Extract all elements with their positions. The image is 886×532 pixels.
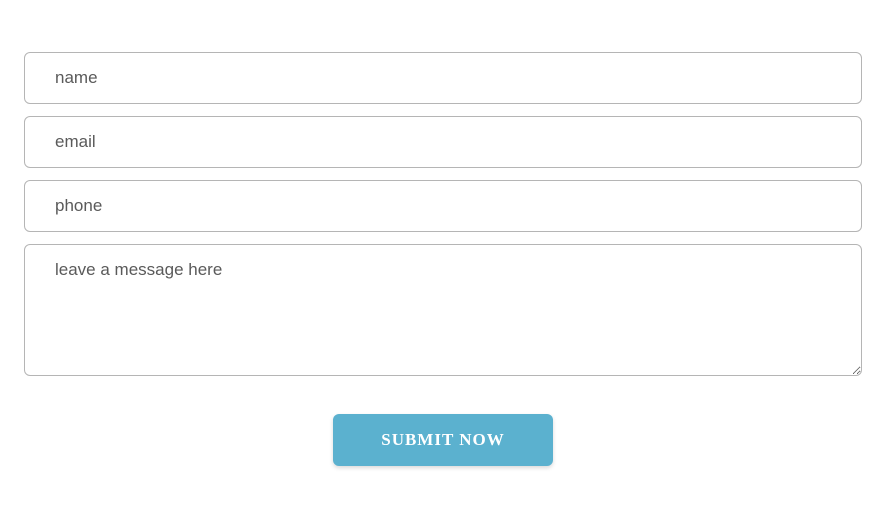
submit-wrapper: SUBMIT NOW bbox=[24, 414, 862, 466]
email-input[interactable] bbox=[24, 116, 862, 168]
name-input[interactable] bbox=[24, 52, 862, 104]
submit-button[interactable]: SUBMIT NOW bbox=[333, 414, 553, 466]
contact-form: SUBMIT NOW bbox=[24, 52, 862, 466]
phone-input[interactable] bbox=[24, 180, 862, 232]
message-textarea[interactable] bbox=[24, 244, 862, 376]
